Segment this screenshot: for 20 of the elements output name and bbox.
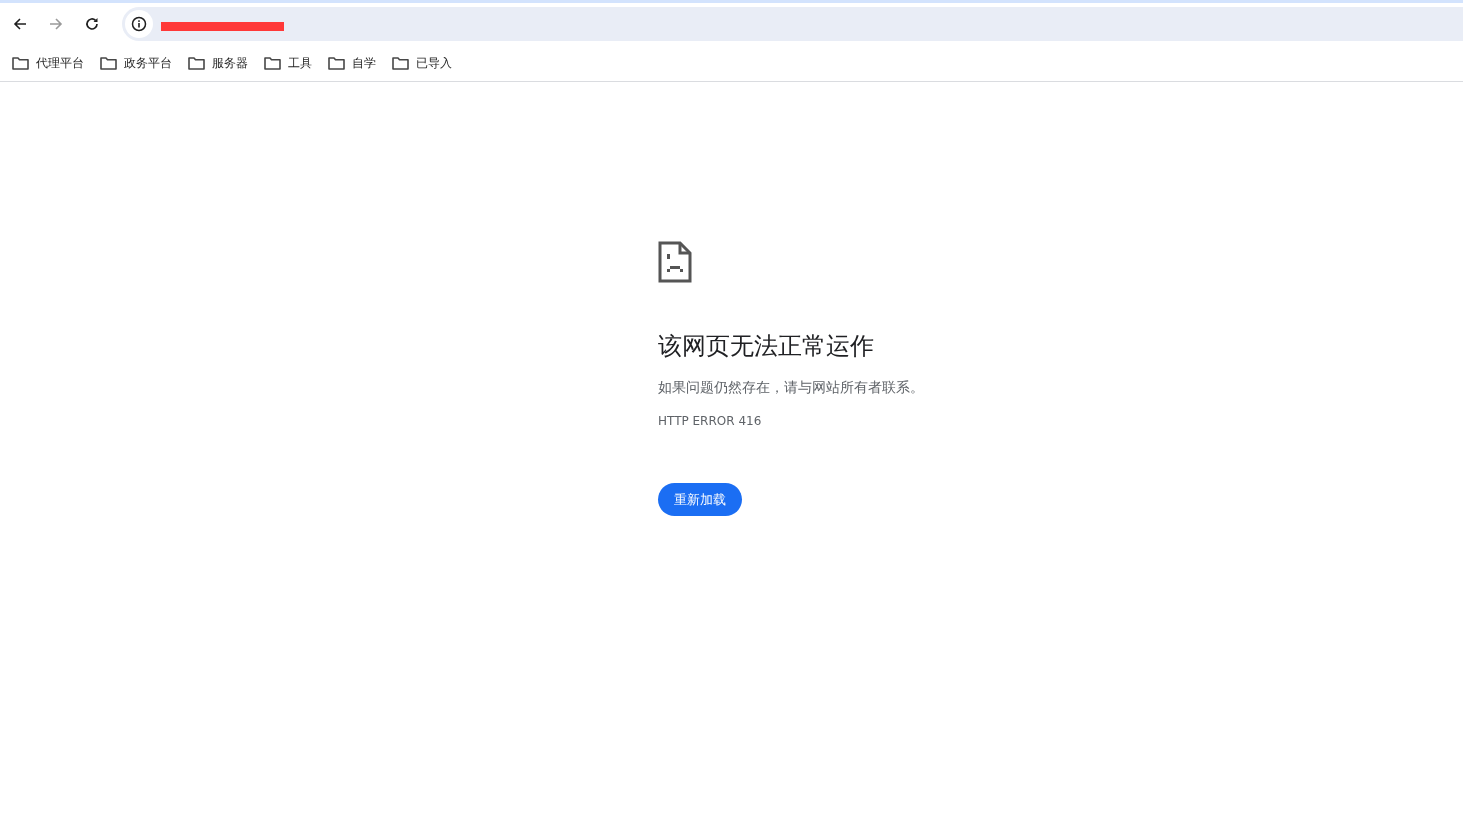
bookmark-folder[interactable]: 政务平台	[92, 51, 180, 75]
folder-icon	[100, 56, 117, 70]
back-icon[interactable]	[12, 16, 28, 32]
folder-icon	[264, 56, 281, 70]
folder-icon	[12, 56, 29, 70]
error-code: HTTP ERROR 416	[658, 413, 762, 429]
bookmark-folder[interactable]: 工具	[256, 51, 320, 75]
reload-button[interactable]: 重新加载	[658, 483, 742, 516]
bookmark-folder[interactable]: 已导入	[384, 51, 460, 75]
broken-page-icon	[658, 241, 692, 283]
folder-icon	[328, 56, 345, 70]
error-title: 该网页无法正常运作	[658, 331, 874, 362]
bookmark-folder[interactable]: 服务器	[180, 51, 256, 75]
bookmark-folder[interactable]: 代理平台	[4, 51, 92, 75]
reload-icon[interactable]	[84, 16, 100, 32]
bookmark-folder[interactable]: 自学	[320, 51, 384, 75]
error-message: 如果问题仍然存在，请与网站所有者联系。	[658, 378, 924, 397]
folder-icon	[392, 56, 409, 70]
info-icon[interactable]	[125, 10, 153, 38]
folder-icon	[188, 56, 205, 70]
